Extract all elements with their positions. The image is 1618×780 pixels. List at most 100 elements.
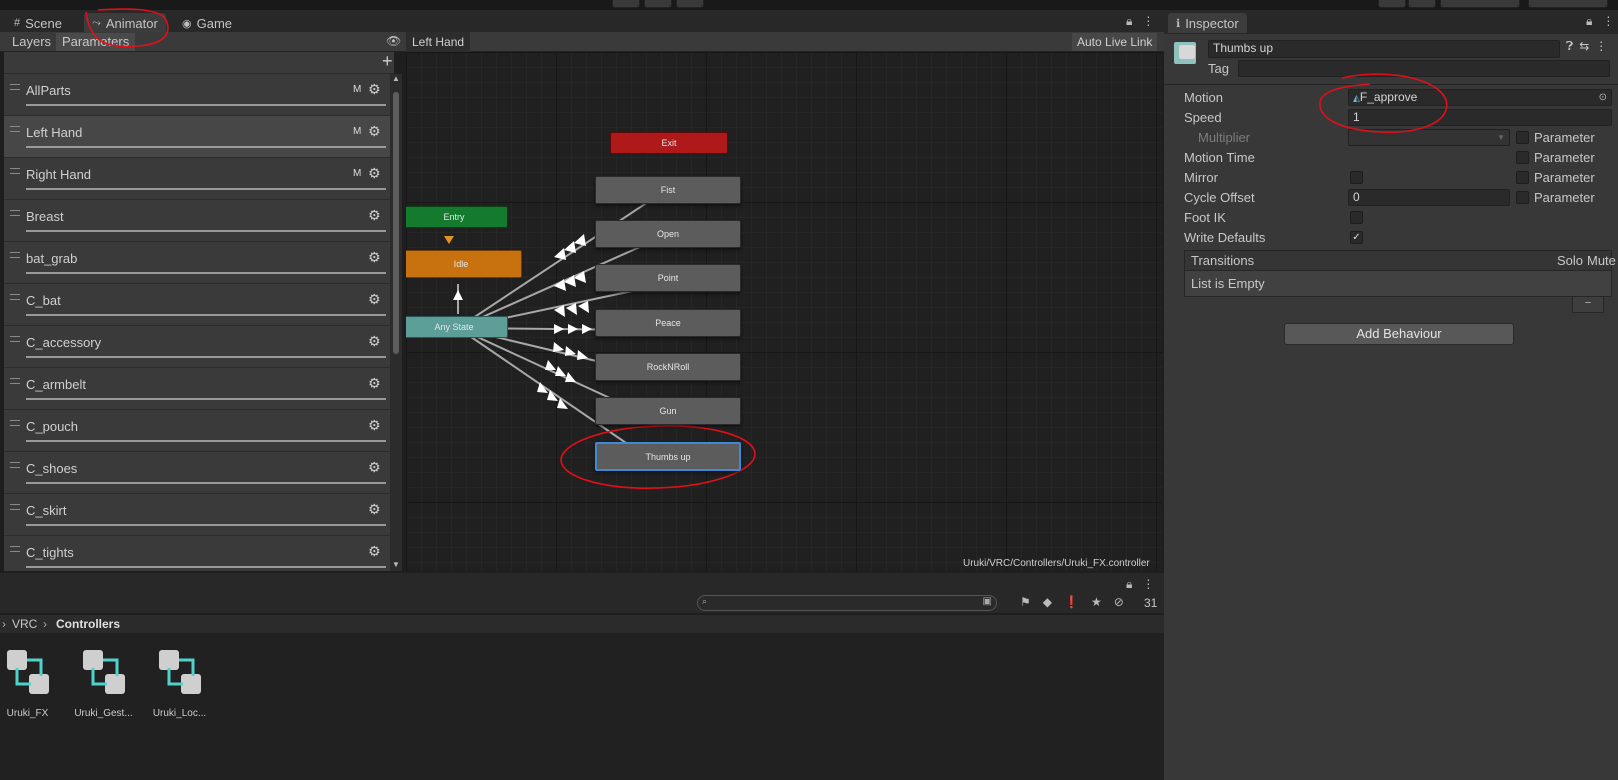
drag-handle-icon[interactable] xyxy=(10,462,20,468)
object-picker-icon[interactable]: ⊙ xyxy=(1599,90,1607,105)
motion-time-parameter-checkbox[interactable] xyxy=(1516,151,1529,164)
layout-dropdown[interactable] xyxy=(1528,0,1608,8)
hidden-packages-icon[interactable]: ⊘ xyxy=(1114,595,1124,609)
exit-node[interactable]: Exit xyxy=(610,132,728,154)
help-icon[interactable]: ❓︎ xyxy=(1566,39,1573,54)
eye-icon[interactable]: 👁︎ xyxy=(386,34,401,48)
drag-handle-icon[interactable] xyxy=(10,126,20,132)
add-behaviour-button[interactable]: Add Behaviour xyxy=(1284,323,1514,345)
drag-handle-icon[interactable] xyxy=(10,420,20,426)
cycle-offset-field[interactable]: 0 xyxy=(1348,189,1510,206)
drag-handle-icon[interactable] xyxy=(10,546,20,552)
drag-handle-icon[interactable] xyxy=(10,252,20,258)
lock-icon[interactable]: 🔒︎ xyxy=(1126,14,1132,29)
weight-slider[interactable] xyxy=(26,188,386,190)
mirror-parameter-checkbox[interactable] xyxy=(1516,171,1529,184)
preset-icon[interactable]: ⇆ xyxy=(1579,39,1589,54)
state-open[interactable]: Open xyxy=(595,220,741,248)
any-state-node[interactable]: Any State xyxy=(406,316,508,338)
lock-icon[interactable]: 🔒︎ xyxy=(1586,14,1592,29)
layer-breadcrumb[interactable]: Left Hand xyxy=(406,32,471,52)
drag-handle-icon[interactable] xyxy=(10,294,20,300)
parameter-row[interactable]: Left Hand M ⚙ xyxy=(4,116,394,158)
weight-slider[interactable] xyxy=(26,146,386,148)
step-button[interactable] xyxy=(676,0,704,8)
weight-slider[interactable] xyxy=(26,566,386,568)
drag-handle-icon[interactable] xyxy=(10,504,20,510)
state-name-field[interactable]: Thumbs up xyxy=(1208,40,1560,58)
more-icon[interactable]: ⋮ xyxy=(1142,577,1154,592)
state-thumbs-up[interactable]: Thumbs up xyxy=(595,442,741,471)
weight-slider[interactable] xyxy=(26,482,386,484)
mirror-checkbox[interactable] xyxy=(1350,171,1363,184)
history-button[interactable] xyxy=(1378,0,1406,8)
weight-slider[interactable] xyxy=(26,230,386,232)
drag-handle-icon[interactable] xyxy=(10,168,20,174)
label-filter-icon[interactable]: ◆ xyxy=(1043,595,1052,609)
weight-slider[interactable] xyxy=(26,524,386,526)
state-point[interactable]: Point xyxy=(595,264,741,292)
more-icon[interactable]: ⋮ xyxy=(1595,39,1607,54)
gear-icon[interactable]: ⚙ xyxy=(368,249,381,266)
weight-slider[interactable] xyxy=(26,398,386,400)
entry-node[interactable]: Entry xyxy=(406,206,508,228)
state-machine-graph[interactable]: Exit Entry Idle Any State Fist Open Poin… xyxy=(406,52,1162,571)
gear-icon[interactable]: ⚙ xyxy=(368,459,381,476)
parameter-row[interactable]: C_shoes ⚙ xyxy=(4,452,394,494)
parameter-row[interactable]: C_armbelt ⚙ xyxy=(4,368,394,410)
gear-icon[interactable]: ⚙ xyxy=(368,333,381,350)
parameter-row[interactable]: Breast ⚙ xyxy=(4,200,394,242)
parameter-row[interactable]: AllParts M ⚙ xyxy=(4,74,394,116)
gear-icon[interactable]: ⚙ xyxy=(368,207,381,224)
drag-handle-icon[interactable] xyxy=(10,378,20,384)
more-icon[interactable]: ⋮ xyxy=(1142,14,1154,29)
gear-icon[interactable]: ⚙ xyxy=(368,81,381,98)
drag-handle-icon[interactable] xyxy=(10,84,20,90)
gear-icon[interactable]: ⚙ xyxy=(368,165,381,182)
lock-icon[interactable]: 🔒︎ xyxy=(1126,577,1132,592)
tab-scene[interactable]: # Scene xyxy=(6,13,70,33)
parameter-row[interactable]: C_pouch ⚙ xyxy=(4,410,394,452)
foot-ik-checkbox[interactable] xyxy=(1350,211,1363,224)
drag-handle-icon[interactable] xyxy=(10,210,20,216)
gear-icon[interactable]: ⚙ xyxy=(368,543,381,560)
gear-icon[interactable]: ⚙ xyxy=(368,417,381,434)
cycle-offset-parameter-checkbox[interactable] xyxy=(1516,191,1529,204)
add-icon[interactable]: + xyxy=(382,52,393,72)
weight-slider[interactable] xyxy=(26,356,386,358)
gear-icon[interactable]: ⚙ xyxy=(368,501,381,518)
scrollbar-thumb[interactable] xyxy=(393,92,399,354)
search-by-type-icon[interactable]: ▣ xyxy=(983,596,992,607)
scroll-up-icon[interactable]: ▲ xyxy=(392,74,400,83)
drag-handle-icon[interactable] xyxy=(10,336,20,342)
type-filter-icon[interactable]: ⚑ xyxy=(1020,595,1031,609)
weight-slider[interactable] xyxy=(26,104,386,106)
parameter-row[interactable]: bat_grab ⚙ xyxy=(4,242,394,284)
pause-button[interactable] xyxy=(644,0,672,8)
parameter-row[interactable]: C_tights ⚙ xyxy=(4,536,394,571)
state-fist[interactable]: Fist xyxy=(595,176,741,204)
write-defaults-checkbox[interactable]: ✓ xyxy=(1350,231,1363,244)
gear-icon[interactable]: ⚙ xyxy=(368,291,381,308)
gear-icon[interactable]: ⚙ xyxy=(368,123,381,140)
state-gun[interactable]: Gun xyxy=(595,397,741,425)
play-button[interactable] xyxy=(612,0,640,8)
parameter-row[interactable]: Right Hand M ⚙ xyxy=(4,158,394,200)
more-icon[interactable]: ⋮ xyxy=(1602,14,1614,29)
tab-game[interactable]: ◉ Game xyxy=(174,13,240,33)
breadcrumb-controllers[interactable]: Controllers xyxy=(56,615,120,633)
weight-slider[interactable] xyxy=(26,440,386,442)
favorite-icon[interactable]: ★ xyxy=(1091,595,1102,609)
warning-filter-icon[interactable]: ❗ xyxy=(1064,595,1079,609)
gear-icon[interactable]: ⚙ xyxy=(368,375,381,392)
idle-node[interactable]: Idle xyxy=(406,250,522,278)
state-rocknroll[interactable]: RockNRoll xyxy=(595,353,741,381)
asset-item[interactable]: Uruki_Loc... xyxy=(142,650,217,719)
project-search-input[interactable]: ⌕ ▣ xyxy=(697,595,997,611)
state-peace[interactable]: Peace xyxy=(595,309,741,337)
asset-item[interactable]: Uruki_FX xyxy=(0,650,65,719)
auto-live-link-button[interactable]: Auto Live Link xyxy=(1072,33,1158,51)
search-button[interactable] xyxy=(1408,0,1436,8)
tab-inspector[interactable]: ℹ Inspector xyxy=(1168,13,1247,33)
layers-dropdown[interactable] xyxy=(1440,0,1520,8)
